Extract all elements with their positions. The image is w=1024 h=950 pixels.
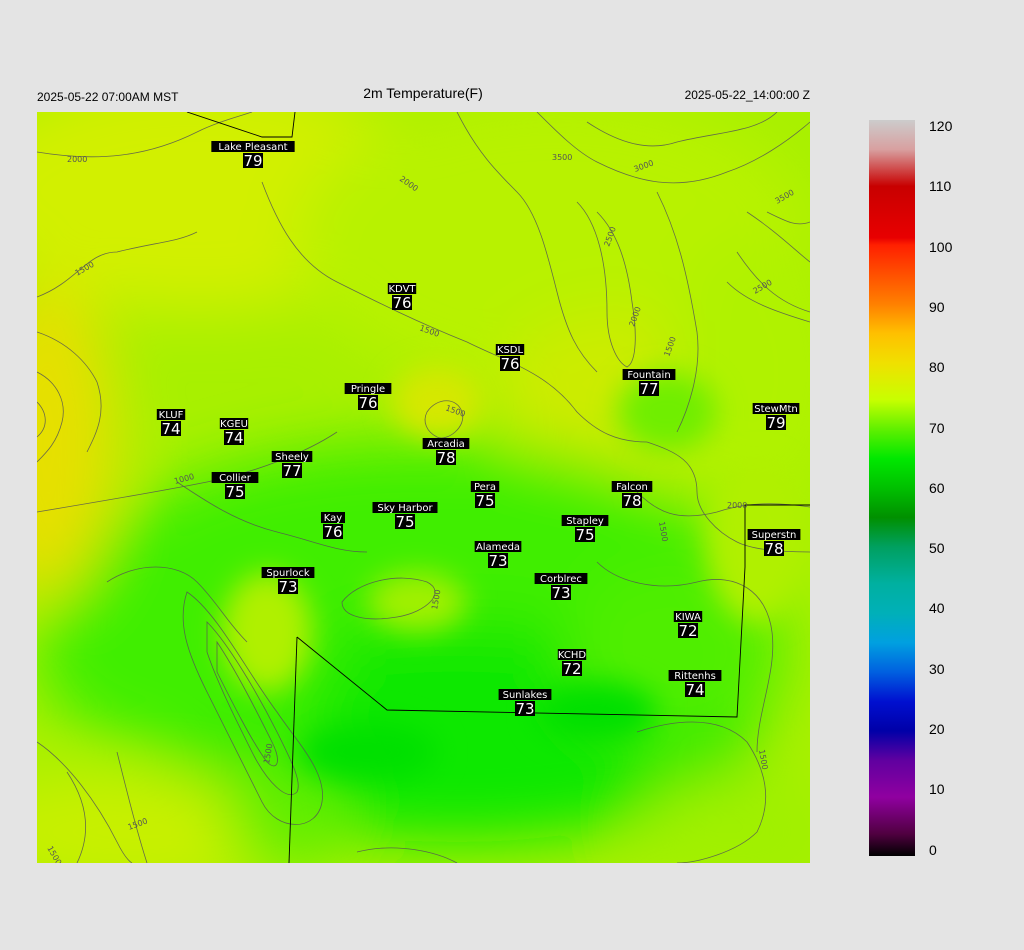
station-plot[interactable]: Pera75 bbox=[470, 481, 500, 510]
colorbar-tick-label: 100 bbox=[929, 238, 953, 255]
colorbar-tick-label: 30 bbox=[929, 660, 945, 677]
colorbar-tick-label: 0 bbox=[929, 841, 937, 858]
station-temperature: 73 bbox=[278, 578, 297, 596]
station-plot[interactable]: Kay76 bbox=[321, 512, 345, 541]
colorbar-tick-label: 20 bbox=[929, 721, 945, 737]
station-temperature: 75 bbox=[475, 492, 494, 510]
colorbar-tick-label: 70 bbox=[929, 419, 945, 436]
station-temperature: 75 bbox=[575, 526, 594, 544]
station-plot[interactable]: KLUF74 bbox=[156, 409, 186, 438]
temperature-map-svg: 2000 2000 3500 3000 3500 1500 2500 2000 … bbox=[37, 112, 810, 863]
station-temperature: 79 bbox=[243, 152, 262, 170]
station-temperature: 75 bbox=[395, 513, 414, 531]
colorbar-tick-label: 60 bbox=[929, 479, 945, 496]
station-temperature: 74 bbox=[685, 681, 704, 699]
station-plot[interactable]: KSDL76 bbox=[495, 344, 525, 373]
station-temperature: 77 bbox=[639, 380, 658, 398]
station-temperature: 74 bbox=[224, 429, 243, 447]
temperature-map[interactable]: 2000 2000 3500 3000 3500 1500 2500 2000 … bbox=[37, 112, 810, 863]
colorbar-tick-label: 80 bbox=[929, 359, 945, 376]
contour-label: 2000 bbox=[67, 155, 87, 164]
station-temperature: 76 bbox=[500, 355, 519, 373]
station-plot[interactable]: KGEU74 bbox=[219, 418, 249, 447]
colorbar-tick-label: 110 bbox=[929, 178, 952, 195]
station-temperature: 73 bbox=[488, 552, 507, 570]
station-temperature: 76 bbox=[358, 394, 377, 412]
colorbar-tick-label: 120 bbox=[929, 118, 953, 134]
colorbar-tick-label: 40 bbox=[929, 600, 945, 617]
station-temperature: 78 bbox=[436, 449, 455, 467]
station-temperature: 75 bbox=[225, 483, 244, 501]
station-temperature: 73 bbox=[515, 700, 534, 718]
colorbar-tick-label: 50 bbox=[929, 540, 945, 557]
station-temperature: 78 bbox=[764, 540, 783, 558]
station-temperature: 73 bbox=[551, 584, 570, 602]
station-temperature: 76 bbox=[323, 523, 342, 541]
station-temperature: 72 bbox=[562, 660, 581, 678]
station-temperature: 79 bbox=[766, 414, 785, 432]
colorbar-tick-label: 90 bbox=[929, 298, 945, 315]
station-plot[interactable]: KIWA72 bbox=[673, 611, 703, 640]
station-temperature: 72 bbox=[678, 622, 697, 640]
station-temperature: 78 bbox=[622, 492, 641, 510]
colorbar-gradient bbox=[869, 120, 915, 856]
contour-label: 3500 bbox=[552, 153, 572, 162]
colorbar-tick-label: 10 bbox=[929, 781, 945, 798]
temperature-colorbar bbox=[869, 120, 915, 856]
station-temperature: 76 bbox=[392, 294, 411, 312]
valid-time-utc: 2025-05-22_14:00:00 Z bbox=[684, 88, 810, 102]
station-temperature: 77 bbox=[282, 462, 301, 480]
contour-label: 2000 bbox=[727, 501, 747, 510]
station-temperature: 74 bbox=[161, 420, 180, 438]
